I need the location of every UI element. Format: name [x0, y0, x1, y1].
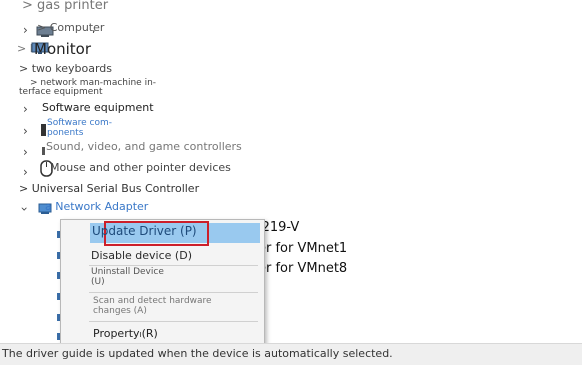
scan-line2: changes (A) [93, 306, 147, 316]
context-menu: Update Driver (P) Disable device (D) Uni… [60, 219, 265, 349]
adapter-item-2[interactable]: er for VMnet1 [258, 241, 347, 256]
uninstall-line2: (U) [91, 277, 105, 287]
network-hmi-line2: terface equipment [19, 87, 103, 97]
tree-item-monitor[interactable]: Monitor [34, 40, 91, 58]
menu-separator [89, 321, 258, 322]
chevron-right-icon[interactable]: › [23, 24, 28, 36]
update-driver-menu-item[interactable]: Update Driver (P) [92, 224, 197, 238]
uninstall-line1: Uninstall Device [91, 267, 164, 277]
chevron-right-icon[interactable]: › [23, 125, 28, 137]
software-components-line2: ponents [47, 128, 84, 138]
chevron-right-icon[interactable]: › [23, 146, 28, 158]
property-menu-item[interactable]: PropertyI(R) [93, 327, 158, 340]
tree-item-network-adapter[interactable]: a Network Adapter [45, 200, 148, 213]
status-bar: The driver guide is updated when the dev… [0, 343, 582, 365]
tree-item-keyboards[interactable]: > two keyboards [19, 62, 112, 75]
chevron-down-icon[interactable]: › [17, 207, 31, 212]
chevron-right-icon[interactable]: › [23, 103, 28, 115]
tree-item-gas-printer[interactable]: > gas printer [22, 0, 108, 13]
software-components-line1: Software com- [47, 118, 113, 128]
uninstall-device-menu-item[interactable]: Uninstall Device (U) [91, 267, 164, 287]
tree-item-software-equipment[interactable]: Software equipment [42, 101, 154, 114]
menu-separator [89, 265, 258, 266]
tree-item-sound[interactable]: Sound, video, and game controllers [46, 140, 242, 153]
tree-item-software-components[interactable]: Software com- ponents [47, 118, 112, 138]
chevron-right-icon[interactable]: › [23, 166, 28, 178]
property-label: Property [93, 327, 140, 340]
menu-separator [89, 292, 258, 293]
property-key: (R) [141, 327, 158, 340]
scan-hardware-menu-item[interactable]: Scan and detect hardware changes (A) [93, 296, 212, 316]
status-text: The driver guide is updated when the dev… [2, 347, 393, 360]
disable-device-menu-item[interactable]: Disable device (D) [91, 249, 192, 262]
adapter-item-3[interactable]: er for VMnet8 [258, 261, 347, 276]
scan-line1: Scan and detect hardware [93, 296, 212, 306]
tree-item-mouse[interactable]: Mouse and other pointer devices [50, 161, 231, 174]
tree-item-computer-suffix: , [92, 22, 96, 35]
tree-item-usb[interactable]: > Universal Serial Bus Controller [19, 182, 199, 195]
